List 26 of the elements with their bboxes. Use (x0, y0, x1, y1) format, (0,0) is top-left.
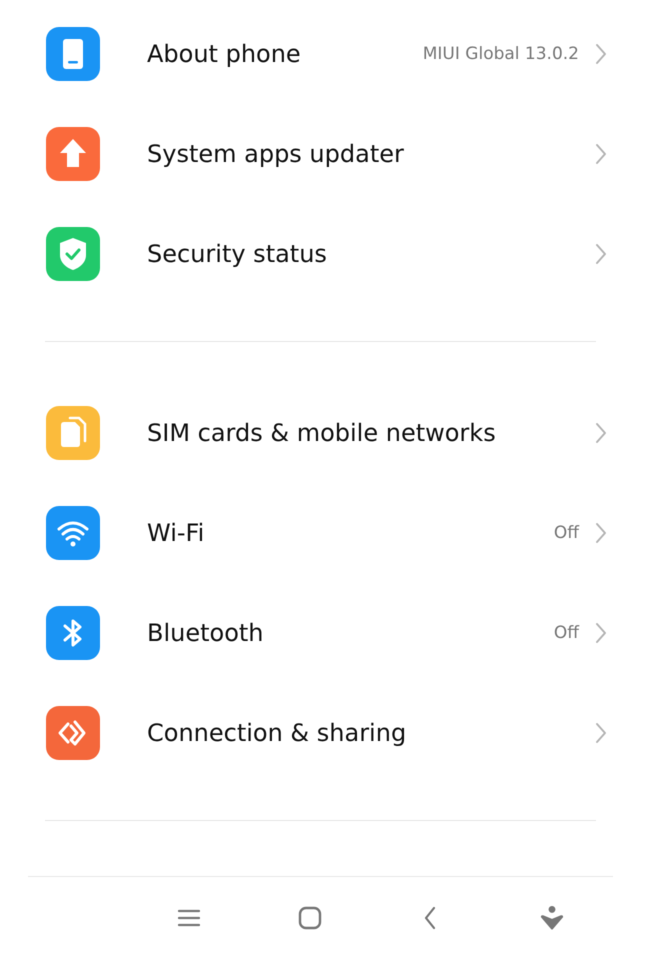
settings-item[interactable]: System apps updater (0, 104, 649, 204)
item-value: Off (554, 622, 579, 643)
item-label: Security status (147, 240, 328, 268)
assistant-icon[interactable] (540, 906, 564, 930)
item-label: System apps updater (147, 140, 405, 168)
settings-item[interactable]: Wi-Fi Off (0, 482, 649, 583)
settings-item[interactable]: About phone MIUI Global 13.0.2 (0, 4, 649, 104)
settings-item[interactable]: SIM cards & mobile networks (0, 382, 649, 483)
settings-item[interactable]: Bluetooth Off (0, 582, 649, 683)
chevron-right-icon (595, 43, 607, 65)
settings-item[interactable]: Connection & sharing (0, 682, 649, 783)
item-label: Wi-Fi (147, 518, 206, 547)
settings-item[interactable]: Security status (0, 204, 649, 304)
item-label: SIM cards & mobile networks (147, 418, 497, 447)
chevron-right-icon (595, 422, 607, 444)
chevron-right-icon (595, 722, 607, 744)
item-label: About phone (147, 40, 302, 68)
home-icon[interactable] (298, 906, 322, 930)
item-label: Bluetooth (147, 618, 265, 647)
chevron-right-icon (595, 243, 607, 265)
chevron-right-icon (595, 522, 607, 544)
chevron-right-icon (595, 622, 607, 644)
item-value: MIUI Global 13.0.2 (422, 44, 579, 64)
chevron-right-icon (595, 143, 607, 165)
item-label: Connection & sharing (147, 718, 408, 747)
item-value: Off (554, 522, 579, 543)
